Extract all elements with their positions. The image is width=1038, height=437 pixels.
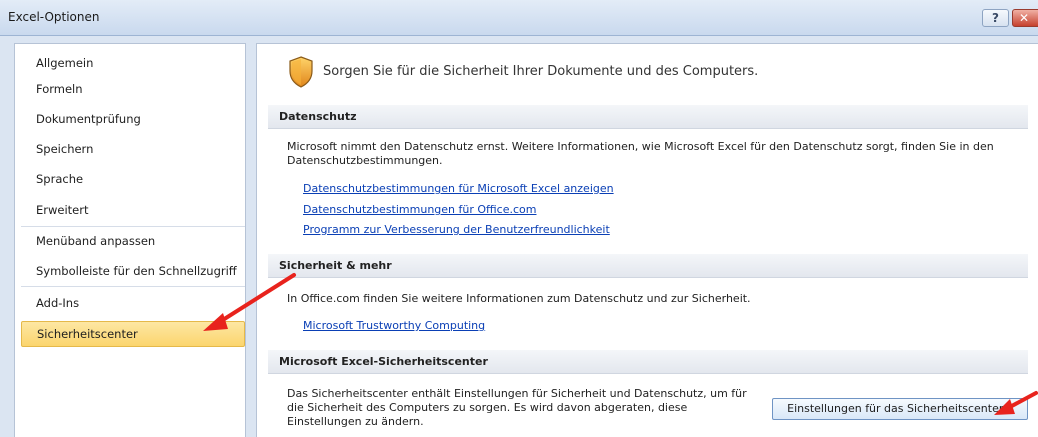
main-panel: Sorgen Sie für die Sicherheit Ihrer Doku… [256,43,1038,437]
datenschutz-text-line-2: Datenschutzbestimmungen. [287,154,443,167]
datenschutz-text-line-1: Microsoft nimmt den Datenschutz ernst. W… [287,140,994,153]
page-headline: Sorgen Sie für die Sicherheit Ihrer Doku… [323,64,759,79]
sidebar-divider [21,286,245,287]
sicherheit-text: In Office.com finden Sie weitere Informa… [287,292,751,305]
sidebar-item-schnellzugriff[interactable]: Symbolleiste für den Schnellzugriff [21,258,245,284]
help-button[interactable]: ? [982,9,1009,27]
section-sicherheitscenter-heading: Microsoft Excel-Sicherheitscenter [268,350,1028,374]
sidebar-item-add-ins[interactable]: Add-Ins [21,290,245,316]
section-sicherheit-heading: Sicherheit & mehr [268,254,1028,278]
section-datenschutz-heading: Datenschutz [268,105,1028,129]
sidebar-item-allgemein[interactable]: Allgemein [21,50,245,76]
title-bar: Excel-Optionen ? ✕ [0,0,1038,36]
link-datenschutz-office[interactable]: Datenschutzbestimmungen für Office.com [303,203,536,216]
trust-center-settings-button[interactable]: Einstellungen für das Sicherheitscenter.… [772,398,1028,420]
shield-icon [289,56,313,88]
sidebar-item-dokumentpruefung[interactable]: Dokumentprüfung [21,106,245,132]
link-datenschutz-excel[interactable]: Datenschutzbestimmungen für Microsoft Ex… [303,182,614,195]
sidebar-item-speichern[interactable]: Speichern [21,136,245,162]
sidebar-item-formeln[interactable]: Formeln [21,76,245,102]
close-button[interactable]: ✕ [1012,9,1038,27]
sidebar-item-sicherheitscenter[interactable]: Sicherheitscenter [21,321,245,347]
sidebar-item-erweitert[interactable]: Erweitert [21,197,245,223]
window-title: Excel-Optionen [8,10,100,24]
link-trustworthy-computing[interactable]: Microsoft Trustworthy Computing [303,319,485,332]
link-benutzerfreundlichkeit[interactable]: Programm zur Verbesserung der Benutzerfr… [303,223,610,236]
options-sidebar: Allgemein Formeln Dokumentprüfung Speich… [14,43,246,437]
sidebar-divider [21,226,245,227]
sidebar-item-sprache[interactable]: Sprache [21,166,245,192]
sidebar-item-menueband[interactable]: Menüband anpassen [21,228,245,254]
